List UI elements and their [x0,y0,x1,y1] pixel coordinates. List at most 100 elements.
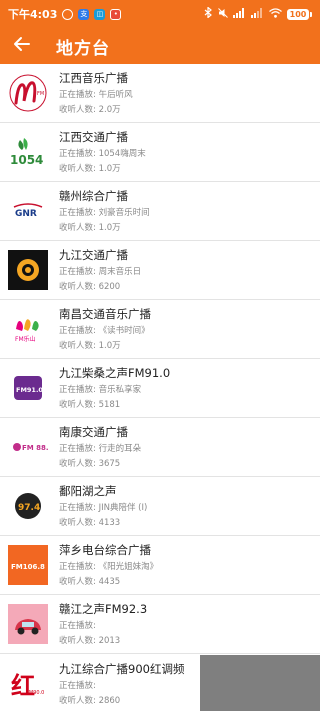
now-playing: 正在播放: 行走的耳朵 [59,443,141,456]
listener-count: 收听人数: 5181 [59,399,170,412]
listener-label: 收听人数: [59,636,96,646]
station-info: 赣州综合广播 正在播放: 刘豪音乐时间 收听人数: 1.0万 [59,187,150,235]
back-button[interactable] [0,28,44,64]
logo-text: FM乐山 [15,335,36,343]
now-playing-value: 1054嗨周末 [98,149,146,159]
listener-value: 6200 [98,282,121,292]
listener-value: 1.0万 [98,341,121,351]
listener-count: 收听人数: 1.0万 [59,222,150,235]
now-playing-value: 午后听风 [98,90,133,100]
station-name: 萍乡电台综合广播 [59,543,151,557]
now-playing-label: 正在播放: [59,621,96,631]
listener-label: 收听人数: [59,164,96,174]
station-info: 萍乡电台综合广播 正在播放: 《阳光姐妹淘》 收听人数: 4435 [59,541,158,589]
wifi-icon [269,7,282,21]
alarm-icon [62,8,74,20]
now-playing: 正在播放: 《阳光姐妹淘》 [59,561,158,574]
jiangxi-traffic-1054-logo: 1054 [8,132,48,172]
now-playing-value: 音乐私享家 [98,385,142,395]
signal-icon [233,7,246,21]
now-playing: 正在播放: 音乐私享家 [59,384,170,397]
listener-value: 2013 [98,636,121,646]
now-playing: 正在播放: 刘豪音乐时间 [59,207,150,220]
station-item[interactable]: 1054 江西交通广播 正在播放: 1054嗨周末 收听人数: 1.0万 [0,123,320,182]
station-name: 九江综合广播900红调频 [59,661,185,676]
now-playing: 正在播放: [59,680,184,693]
status-right: 100 [204,6,312,21]
station-info: 赣江之声FM92.3 正在播放: 收听人数: 2013 [59,600,147,648]
listener-count: 收听人数: 6200 [59,281,141,294]
listener-count: 收听人数: 1.0万 [59,163,146,176]
logo-text: FM 88.4 [22,444,48,452]
jiangxi-music-logo: FM [8,73,48,113]
listener-label: 收听人数: [59,223,96,233]
app-notification-icon-3: • [110,8,122,20]
listener-value: 1.0万 [98,223,121,233]
bluetooth-icon [204,6,213,21]
station-item[interactable]: FM 江西音乐广播 正在播放: 午后听风 收听人数: 2.0万 [0,64,320,123]
now-playing: 正在播放: [59,620,147,633]
station-item[interactable]: FM 88.4 南康交通广播 正在播放: 行走的耳朵 收听人数: 3675 [0,418,320,477]
station-info: 九江柴桑之声FM91.0 正在播放: 音乐私享家 收听人数: 5181 [59,364,170,412]
now-playing-value: 《阳光姐妹淘》 [98,562,159,572]
listener-label: 收听人数: [59,341,96,351]
station-item[interactable]: GNR 赣州综合广播 正在播放: 刘豪音乐时间 收听人数: 1.0万 [0,182,320,241]
listener-label: 收听人数: [59,577,96,587]
listener-value: 4435 [98,577,121,587]
listener-value: 1.0万 [98,164,121,174]
station-name: 九江交通广播 [59,248,128,262]
now-playing: 正在播放: 1054嗨周末 [59,148,146,161]
jiujiang-hong-logo: 红 FM90.0 [8,664,48,704]
pingxiang-1068-logo: FM106.8 [8,545,48,585]
ganzhou-gnr-logo: GNR [8,191,48,231]
station-info: 九江交通广播 正在播放: 周末音乐日 收听人数: 6200 [59,246,141,294]
station-name: 江西交通广播 [59,130,128,144]
status-bar: 下午4:03 支 ◫ • 100 [0,0,320,28]
now-playing: 正在播放: 《读书时间》 [59,325,151,338]
listener-count: 收听人数: 2860 [59,695,184,708]
listener-count: 收听人数: 3675 [59,458,141,471]
listener-count: 收听人数: 4435 [59,576,158,589]
signal-icon-2 [251,7,264,21]
app-notification-icon-2: ◫ [94,8,106,20]
station-list[interactable]: FM 江西音乐广播 正在播放: 午后听风 收听人数: 2.0万 1054 江西交… [0,64,320,711]
station-name: 江西音乐广播 [59,71,128,85]
station-item[interactable]: 九江交通广播 正在播放: 周末音乐日 收听人数: 6200 [0,241,320,300]
listener-value: 5181 [98,400,121,410]
page-title: 地方台 [56,38,110,59]
station-info: 九江综合广播900红调频 正在播放: 收听人数: 2860 [59,660,184,708]
station-item[interactable]: 红 FM90.0 九江综合广播900红调频 正在播放: 收听人数: 2860 [0,654,320,711]
jiujiang-traffic-logo [8,250,48,290]
now-playing-label: 正在播放: [59,503,96,513]
now-playing-label: 正在播放: [59,385,96,395]
listener-label: 收听人数: [59,400,96,410]
station-item[interactable]: FM91.0 九江柴桑之声FM91.0 正在播放: 音乐私享家 收听人数: 51… [0,359,320,418]
station-item[interactable]: 97.4 鄱阳湖之声 正在播放: JIN典陪伴 (I) 收听人数: 4133 [0,477,320,536]
battery-icon: 100 [287,8,309,20]
station-info: 江西音乐广播 正在播放: 午后听风 收听人数: 2.0万 [59,69,133,117]
now-playing: 正在播放: 午后听风 [59,89,133,102]
svg-text:FM: FM [37,91,44,97]
status-time: 下午4:03 [8,8,58,21]
listener-value: 2860 [98,695,121,706]
now-playing: 正在播放: JIN典陪伴 (I) [59,502,147,515]
listener-label: 收听人数: [59,105,96,115]
station-item[interactable]: 赣江之声FM92.3 正在播放: 收听人数: 2013 [0,595,320,654]
station-item[interactable]: FM乐山 南昌交通音乐广播 正在播放: 《读书时间》 收听人数: 1.0万 [0,300,320,359]
title-bar: 地方台 [0,28,320,64]
now-playing-value: 《读书时间》 [98,326,150,336]
listener-count: 收听人数: 4133 [59,517,147,530]
ganjiang-car-logo [8,604,48,644]
now-playing-label: 正在播放: [59,680,96,691]
listener-value: 4133 [98,518,121,528]
listener-count: 收听人数: 1.0万 [59,340,151,353]
station-item[interactable]: FM106.8 萍乡电台综合广播 正在播放: 《阳光姐妹淘》 收听人数: 443… [0,536,320,595]
listener-label: 收听人数: [59,459,96,469]
nanchang-fm-logo: FM乐山 [8,309,48,349]
station-name: 赣江之声FM92.3 [59,602,148,616]
status-left: 下午4:03 支 ◫ • [8,6,122,22]
arrow-left-icon [13,36,31,56]
now-playing: 正在播放: 周末音乐日 [59,266,141,279]
now-playing-label: 正在播放: [59,562,96,572]
now-playing-value: 刘豪音乐时间 [98,208,150,218]
